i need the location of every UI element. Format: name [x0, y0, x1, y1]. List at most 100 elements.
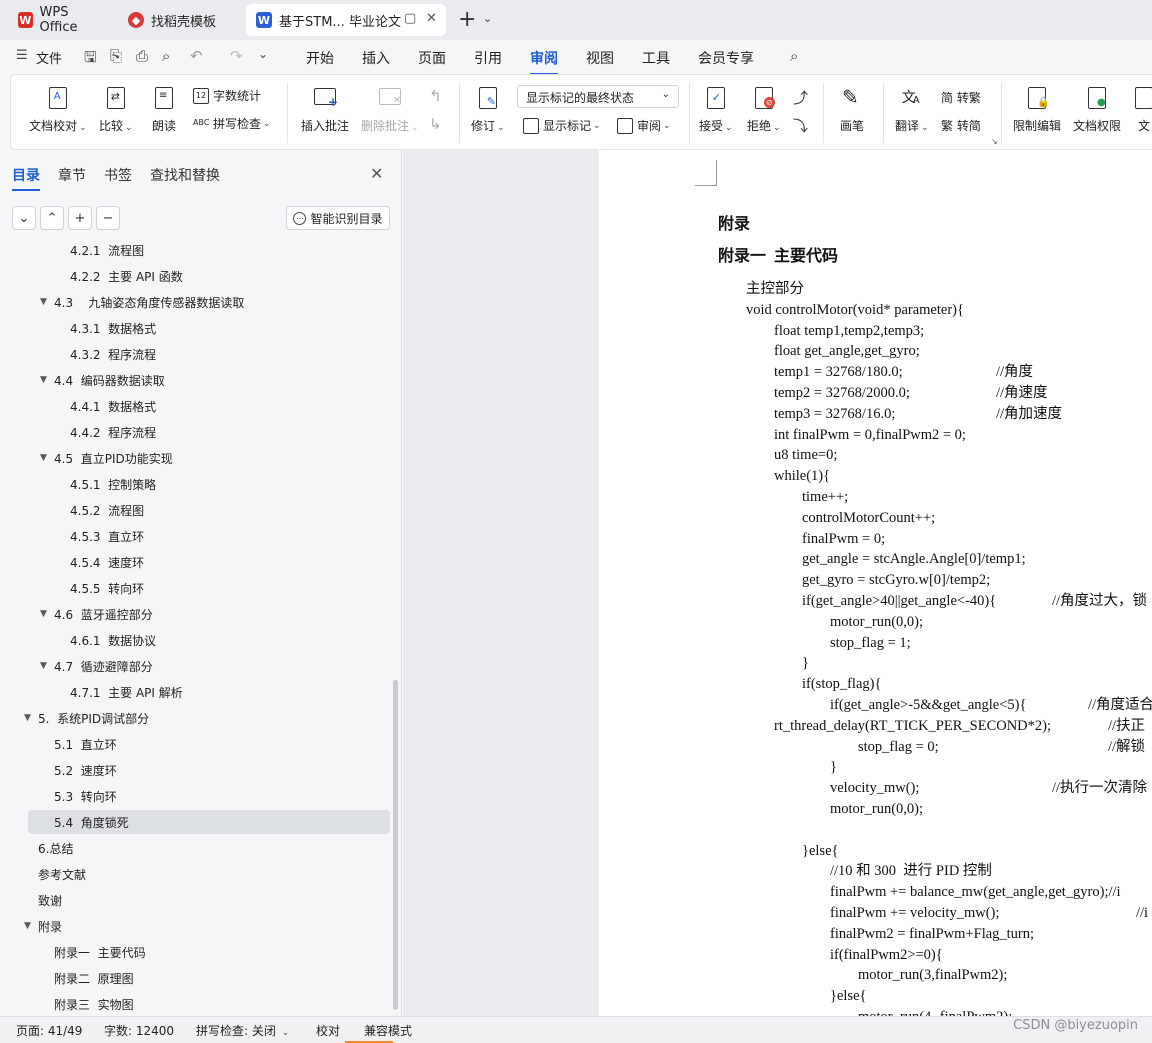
to-traditional-button[interactable]: 简 转繁: [941, 89, 981, 106]
toc-item[interactable]: 4.7.1 主要 API 解析: [28, 680, 390, 704]
expand-caret-icon[interactable]: ▼: [40, 375, 47, 385]
word-count-button[interactable]: 12 字数统计: [193, 87, 261, 104]
nav-tab-find-replace[interactable]: 查找和替换: [150, 165, 220, 185]
doc-more-button[interactable]: 文: [1131, 85, 1152, 134]
toc-item[interactable]: 附录三 实物图: [28, 992, 390, 1016]
menu-tools[interactable]: 工具: [642, 48, 670, 68]
print-icon[interactable]: ⎙: [136, 47, 148, 65]
group-expand-icon[interactable]: ↘: [991, 137, 998, 146]
proofread-indicator[interactable]: 校对: [316, 1022, 340, 1039]
toc-item[interactable]: ▼ 4.6 蓝牙遥控部分: [28, 602, 390, 626]
close-icon[interactable]: ✕: [370, 164, 383, 183]
new-tab-plus-icon[interactable]: +: [458, 8, 476, 32]
nav-tab-sections[interactable]: 章节: [58, 165, 86, 185]
expand-caret-icon[interactable]: ▼: [40, 609, 47, 619]
toc-item[interactable]: 4.5.3 直立环: [28, 524, 390, 548]
nav-scrollbar[interactable]: [393, 680, 398, 1010]
expand-caret-icon[interactable]: ▼: [24, 713, 31, 723]
restrict-edit-button[interactable]: 🔒 限制编辑: [1013, 85, 1061, 134]
menu-page[interactable]: 页面: [418, 48, 446, 68]
pen-button[interactable]: ✎ 画笔: [839, 85, 865, 134]
previous-change-icon[interactable]: ⤴: [793, 87, 808, 108]
spell-check-button[interactable]: ABC 拼写检查 ⌄: [193, 115, 271, 132]
toc-item[interactable]: 5.1 直立环: [28, 732, 390, 756]
toc-item[interactable]: 附录一 主要代码: [28, 940, 390, 964]
toc-item[interactable]: 5.2 速度环: [28, 758, 390, 782]
track-changes-button[interactable]: ✎ 修订 ⌄: [471, 85, 505, 134]
proofread-button[interactable]: A 文档校对 ⌄: [29, 85, 87, 134]
file-menu[interactable]: 文件: [36, 48, 62, 67]
document-page[interactable]: 附录 附录一 主要代码 主控部分 void controlMotor(void* …: [599, 150, 1152, 1016]
spell-check-indicator[interactable]: 拼写检查: 关闭 ⌄: [196, 1022, 289, 1039]
menu-review[interactable]: 审阅: [530, 48, 558, 75]
translate-button[interactable]: 文A 翻译 ⌄: [895, 85, 929, 134]
toc-item[interactable]: 4.3.1 数据格式: [28, 316, 390, 340]
toc-item[interactable]: 4.2.1 流程图: [28, 238, 390, 262]
doc-permission-button[interactable]: ● 文档权限: [1073, 85, 1121, 134]
menu-references[interactable]: 引用: [474, 48, 502, 68]
redo-icon[interactable]: ↷: [230, 47, 243, 65]
toc-item[interactable]: ▼ 4.4 编码器数据读取: [28, 368, 390, 392]
page-indicator[interactable]: 页面: 41/49: [16, 1022, 82, 1039]
expand-caret-icon[interactable]: ▼: [24, 921, 31, 931]
save-icon[interactable]: 🖫: [84, 47, 97, 72]
to-simplified-button[interactable]: 繁 转简: [941, 117, 981, 134]
menu-view[interactable]: 视图: [586, 48, 614, 68]
toc-item[interactable]: 4.4.2 程序流程: [28, 420, 390, 444]
hamburger-menu-icon[interactable]: ☰: [16, 48, 28, 63]
menu-member[interactable]: 会员专享: [698, 48, 754, 68]
toc-item[interactable]: 参考文献: [28, 862, 390, 886]
print-preview-icon[interactable]: ⌕: [162, 47, 170, 65]
toc-item[interactable]: ▼ 4.3 九轴姿态角度传感器数据读取: [28, 290, 390, 314]
expand-down-button[interactable]: ⌄: [12, 206, 36, 230]
undo-icon[interactable]: ↶: [190, 47, 203, 65]
export-icon[interactable]: ⎘: [110, 47, 122, 65]
smart-toc-button[interactable]: ⋯ 智能识别目录: [286, 206, 390, 230]
add-heading-button[interactable]: +: [68, 206, 92, 230]
next-change-icon[interactable]: ⤵: [793, 115, 808, 136]
toc-item[interactable]: 4.5.1 控制策略: [28, 472, 390, 496]
toc-item[interactable]: 4.4.1 数据格式: [28, 394, 390, 418]
delete-comment-button[interactable]: ✕ 删除批注 ⌄: [361, 85, 419, 134]
insert-comment-button[interactable]: + 插入批注: [301, 85, 349, 134]
toc-item[interactable]: ▼ 附录: [24, 914, 390, 938]
toc-item[interactable]: 4.5.4 速度环: [28, 550, 390, 574]
collapse-up-button[interactable]: ⌃: [40, 206, 64, 230]
show-markup-button[interactable]: 显示标记 ⌄: [523, 117, 601, 134]
read-aloud-button[interactable]: ≡ 朗读: [151, 85, 177, 134]
toc-item[interactable]: 附录二 原理图: [28, 966, 390, 990]
restore-tab-icon[interactable]: ▢: [404, 11, 416, 26]
document-canvas[interactable]: 附录 附录一 主要代码 主控部分 void controlMotor(void* …: [403, 150, 1152, 1016]
menu-start[interactable]: 开始: [306, 48, 334, 68]
toc-item[interactable]: 4.3.2 程序流程: [28, 342, 390, 366]
toc-item[interactable]: ▼ 5. 系统PID调试部分: [24, 706, 390, 730]
quick-access-more-icon[interactable]: ⌄: [258, 47, 268, 61]
tab-current-document[interactable]: W 基于STM... 毕业论文 ▢ ✕: [246, 4, 446, 36]
menu-insert[interactable]: 插入: [362, 48, 390, 68]
nav-tab-bookmarks[interactable]: 书签: [104, 165, 132, 185]
toc-item[interactable]: 6.总结: [28, 836, 390, 860]
toc-item[interactable]: 4.6.1 数据协议: [28, 628, 390, 652]
expand-caret-icon[interactable]: ▼: [40, 453, 47, 463]
nav-tab-toc[interactable]: 目录: [12, 165, 40, 191]
reject-button[interactable]: ⊘ 拒绝 ⌄: [747, 85, 781, 134]
close-tab-icon[interactable]: ✕: [426, 11, 437, 26]
toc-item[interactable]: 4.5.5 转向环: [28, 576, 390, 600]
toc-item[interactable]: ▼ 4.7 循迹避障部分: [28, 654, 390, 678]
tab-docer-templates[interactable]: ◆ 找稻壳模板: [118, 4, 242, 36]
expand-caret-icon[interactable]: ▼: [40, 297, 47, 307]
previous-comment-icon[interactable]: ↰: [429, 87, 442, 105]
chevron-down-icon[interactable]: ⌄: [483, 12, 492, 25]
remove-heading-button[interactable]: −: [96, 206, 120, 230]
toc-item[interactable]: 4.5.2 流程图: [28, 498, 390, 522]
toc-item[interactable]: 5.4 角度锁死: [28, 810, 390, 834]
accept-button[interactable]: ✓ 接受 ⌄: [699, 85, 733, 134]
search-icon[interactable]: ⌕: [790, 47, 798, 65]
next-comment-icon[interactable]: ↳: [429, 115, 442, 133]
compare-button[interactable]: ⇄ 比较 ⌄: [99, 85, 133, 134]
review-pane-button[interactable]: 审阅 ⌄: [617, 117, 671, 134]
toc-item[interactable]: 致谢: [28, 888, 390, 912]
toc-item[interactable]: ▼ 4.5 直立PID功能实现: [28, 446, 390, 470]
markup-state-select[interactable]: 显示标记的最终状态 ⌄: [517, 85, 679, 108]
toc-item[interactable]: 4.2.2 主要 API 函数: [28, 264, 390, 288]
